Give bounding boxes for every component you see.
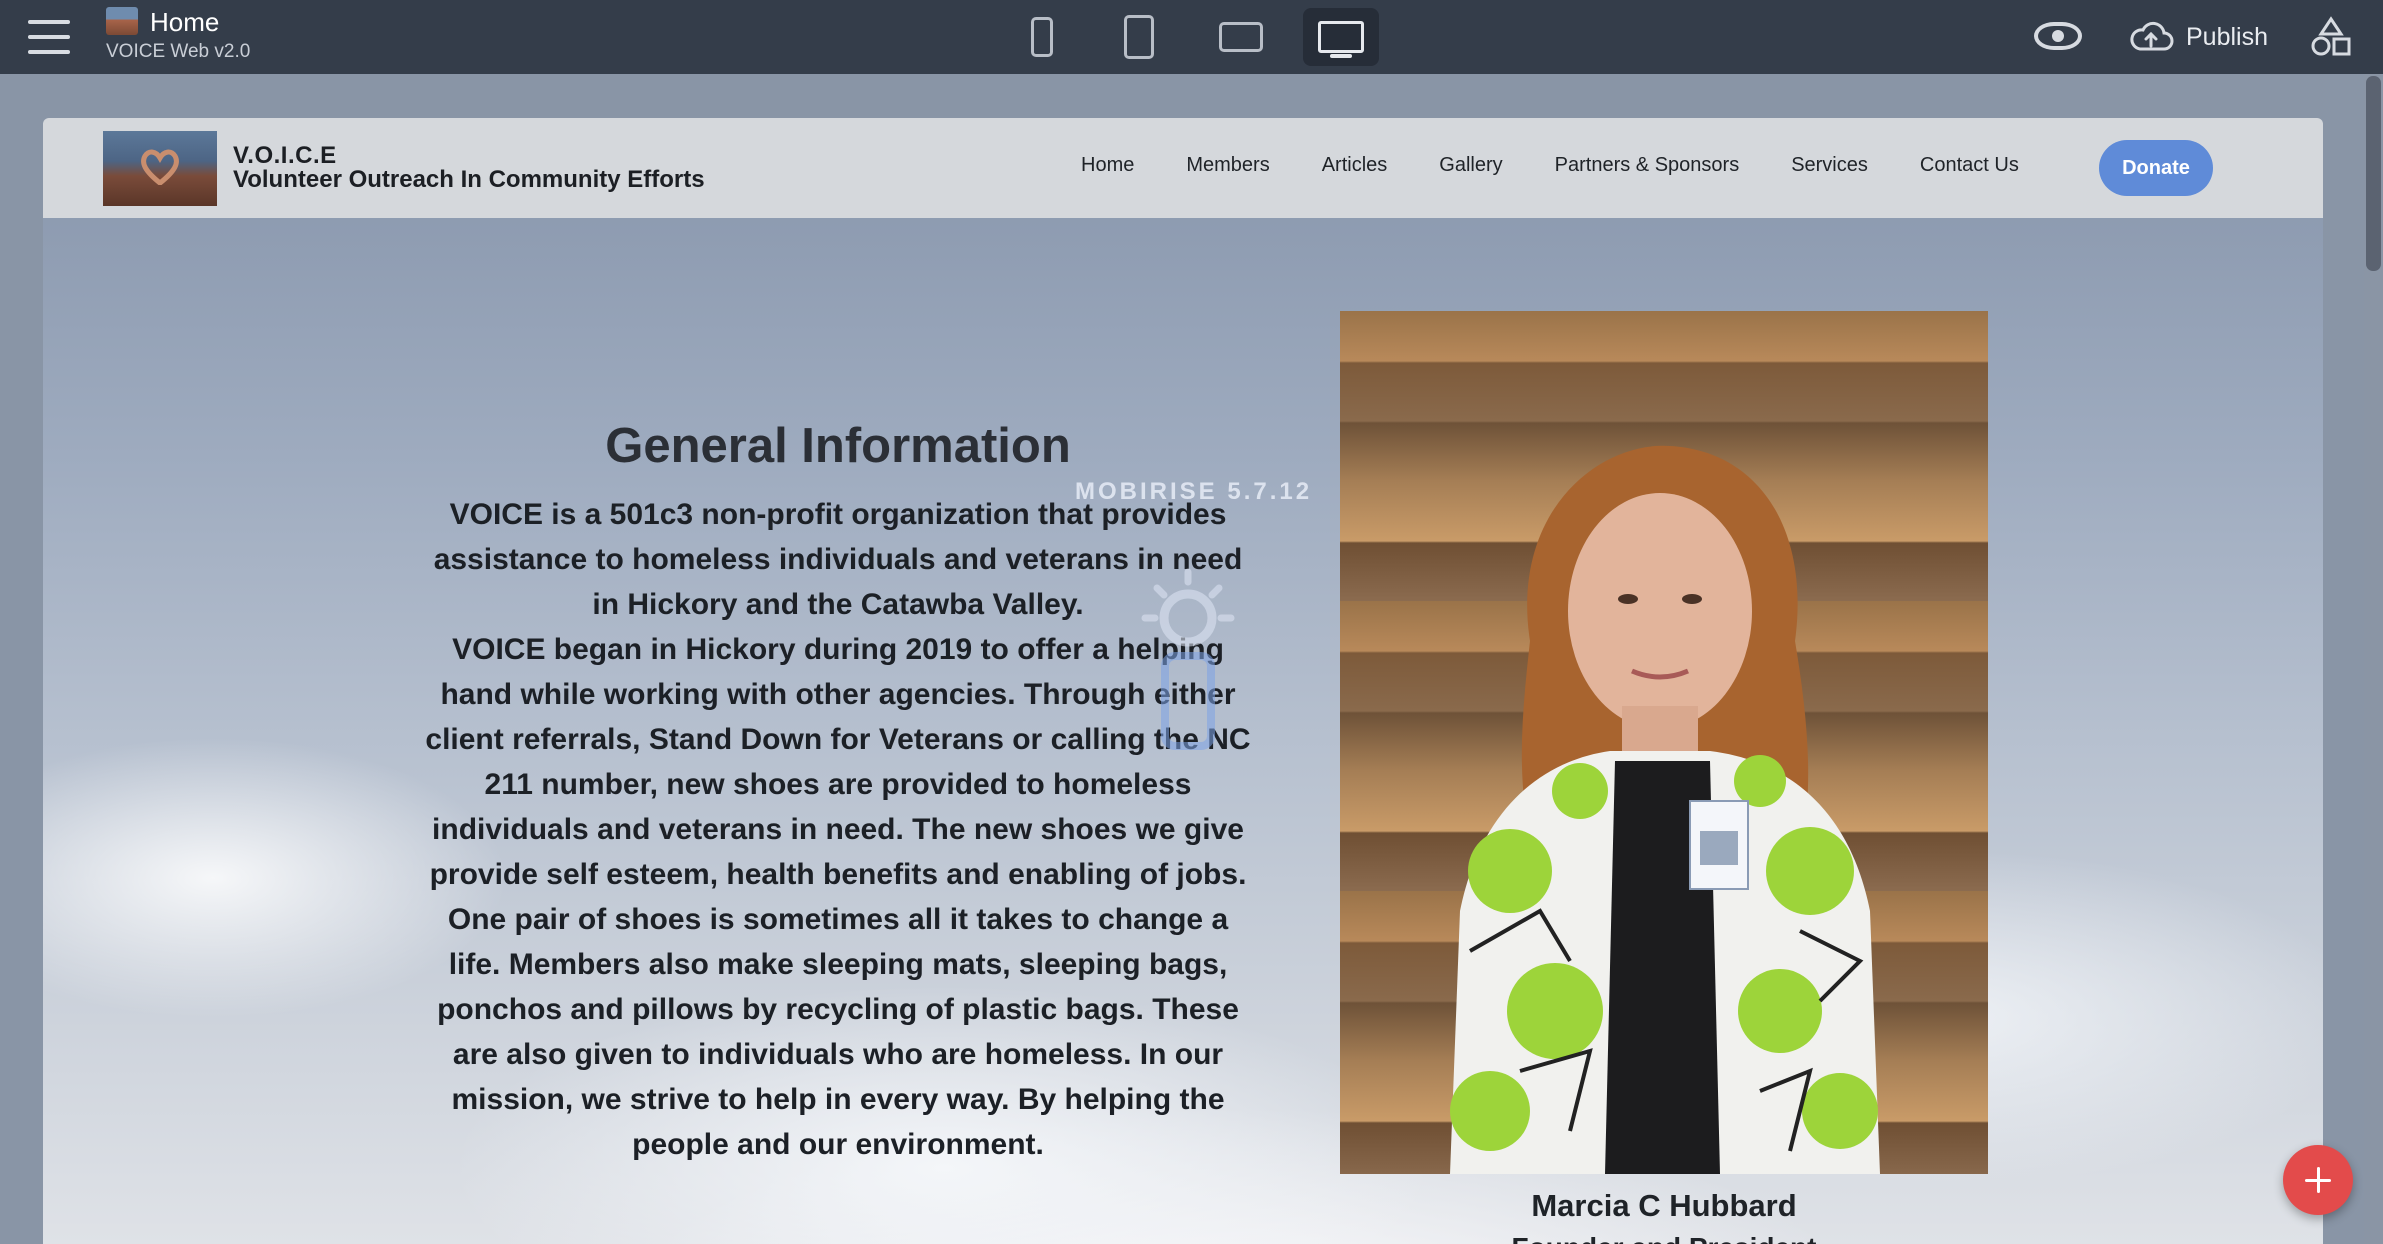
page-title[interactable]: Home — [150, 7, 219, 38]
editor-toolbar: Home VOICE Web v2.0 Publish — [0, 0, 2383, 74]
cloud-upload-icon — [2128, 21, 2174, 53]
tablet-landscape-icon — [1219, 22, 1263, 52]
desktop-view-button[interactable] — [1303, 8, 1379, 66]
scrollbar-thumb[interactable] — [2366, 76, 2381, 271]
person-role: Founder and President — [1340, 1232, 1988, 1244]
person-name: Marcia C Hubbard — [1531, 1188, 1797, 1223]
tablet-view-button[interactable] — [1101, 8, 1177, 66]
mobirise-sun-icon — [1141, 568, 1235, 750]
donate-button[interactable]: Donate — [2099, 140, 2213, 196]
nav-articles[interactable]: Articles — [1322, 154, 1388, 177]
publish-button[interactable]: Publish — [2128, 14, 2268, 60]
preview-eye-icon[interactable] — [2034, 22, 2082, 50]
site-logo[interactable] — [103, 131, 217, 206]
desktop-stand — [1330, 54, 1352, 58]
project-name: VOICE Web v2.0 — [106, 41, 251, 62]
nav-home[interactable]: Home — [1081, 154, 1134, 177]
publish-label: Publish — [2186, 22, 2268, 51]
website-canvas: V.O.I.C.E Volunteer Outreach In Communit… — [43, 118, 2323, 1244]
blocks-icon[interactable] — [2310, 16, 2352, 58]
nav-links: Home Members Articles Gallery Partners &… — [1081, 154, 2019, 177]
add-block-button[interactable] — [2283, 1145, 2353, 1215]
nav-gallery[interactable]: Gallery — [1439, 154, 1502, 177]
section-title: General Information — [605, 419, 1071, 473]
portrait-photo — [1340, 311, 1988, 1174]
nav-partners-sponsors[interactable]: Partners & Sponsors — [1555, 154, 1740, 177]
phone-view-button[interactable] — [1004, 8, 1080, 66]
brand-long: Volunteer Outreach In Community Efforts — [233, 166, 705, 193]
menu-icon[interactable] — [28, 20, 70, 54]
tablet-landscape-view-button[interactable] — [1203, 8, 1279, 66]
site-navbar: V.O.I.C.E Volunteer Outreach In Communit… — [43, 118, 2323, 218]
phone-icon — [1031, 17, 1053, 57]
nav-members[interactable]: Members — [1186, 154, 1269, 177]
tablet-icon — [1124, 15, 1154, 59]
mobirise-watermark: MOBIRISE 5.7.12 — [1075, 478, 1313, 505]
heart-hands-icon — [141, 149, 179, 185]
plus-icon — [2305, 1167, 2331, 1193]
nav-contact-us[interactable]: Contact Us — [1920, 154, 2019, 177]
page-thumbnail-icon — [106, 7, 138, 35]
portrait-figure — [1450, 445, 1880, 1174]
desktop-icon — [1318, 21, 1364, 53]
nav-services[interactable]: Services — [1791, 154, 1868, 177]
